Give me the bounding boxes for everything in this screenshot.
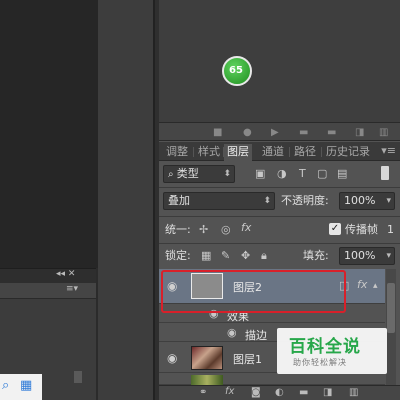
type-filter-icon[interactable]: T (299, 167, 306, 181)
stop-icon[interactable]: ■ (213, 127, 222, 138)
left-panel-header: ◂◂ ✕ (0, 269, 96, 283)
tab-paths[interactable]: 路径 (291, 144, 319, 161)
layer-name[interactable]: 图层1 (233, 351, 262, 367)
chevron-down-icon: ▾ (386, 196, 391, 206)
panel-menu-icon[interactable]: ▾≡ (381, 144, 396, 157)
search-icon[interactable]: ⌕ (2, 378, 9, 393)
tab-separator (321, 147, 322, 157)
corner-icons: ⌕ ▦ (0, 374, 42, 400)
unify-row: 统一: ✢ ◎ fx ✓ 传播帧 1 (159, 219, 400, 241)
record-icon[interactable]: ● (243, 127, 252, 138)
fill-value: 100% (344, 249, 376, 262)
blend-mode-value: 叠加 (168, 194, 190, 207)
new-set-icon[interactable]: ▬ (327, 127, 336, 138)
layer-row-partial[interactable] (159, 373, 385, 385)
new-group-icon[interactable]: ▬ (299, 387, 308, 398)
opacity-label: 不透明度: (281, 194, 329, 207)
tab-channels[interactable]: 通道 (259, 144, 287, 161)
shape-filter-icon[interactable]: ▢ (317, 167, 327, 181)
search-icon: ⌕ (168, 169, 177, 180)
layer-fx-icon[interactable]: fx (357, 278, 367, 292)
status-badge: 65 (222, 56, 252, 86)
propagate-checkbox[interactable]: ✓ (329, 223, 341, 235)
lock-move-icon[interactable]: ✥ (241, 249, 250, 263)
selection-highlight (161, 270, 346, 313)
divider (159, 187, 400, 188)
divider (159, 243, 400, 244)
trash-icon[interactable]: ▥ (349, 387, 358, 398)
divider (159, 216, 400, 217)
propagate-value: 1 (387, 223, 394, 236)
lock-brush-icon[interactable]: ✎ (221, 249, 230, 263)
propagate-label: 传播帧 (345, 223, 378, 236)
scrollbar-thumb[interactable] (387, 283, 395, 333)
unify-visibility-icon[interactable]: ◎ (221, 223, 231, 237)
tab-separator (193, 147, 194, 157)
eye-icon[interactable]: ◉ (167, 351, 177, 365)
panel-tabs: 调整 样式 图层 通道 路径 历史记录 ▾≡ (159, 142, 400, 161)
tab-separator (289, 147, 290, 157)
blend-row: 叠加 ⬍ 不透明度: 100% ▾ (159, 190, 400, 214)
tab-styles[interactable]: 样式 (195, 144, 223, 161)
tab-history[interactable]: 历史记录 (323, 144, 373, 161)
image-filter-icon[interactable]: ▣ (255, 167, 265, 181)
layer-thumbnail (191, 375, 223, 385)
expand-arrow-icon[interactable]: ▴ (373, 279, 378, 293)
watermark-subtitle: 助你轻松解决 (293, 358, 347, 367)
trash-icon[interactable]: ▥ (379, 127, 388, 138)
lock-label: 锁定: (165, 249, 191, 262)
add-mask-icon[interactable]: ◙ (251, 387, 261, 398)
watermark: 百科全说 助你轻松解决 (277, 328, 387, 374)
unify-style-icon[interactable]: fx (241, 221, 251, 235)
smart-object-filter-icon[interactable]: ▤ (337, 167, 347, 181)
grid-icon[interactable]: ▦ (20, 378, 32, 393)
play-icon[interactable]: ▶ (271, 127, 279, 138)
new-layer-icon[interactable]: ◨ (323, 387, 332, 398)
adjustment-layer-icon[interactable]: ◐ (275, 387, 284, 398)
watermark-title: 百科全说 (289, 337, 361, 357)
fill-field[interactable]: 100% ▾ (339, 247, 395, 265)
blend-mode-select[interactable]: 叠加 ⬍ (163, 192, 275, 210)
stroke-label: 描边 (245, 329, 267, 342)
add-style-icon[interactable]: fx (225, 386, 234, 397)
opacity-value: 100% (344, 194, 376, 207)
upper-panel (159, 0, 400, 122)
upper-panel-toolbar: ■ ● ▶ ▬ ▬ ◨ ▥ (159, 122, 400, 141)
filter-toggle[interactable] (381, 166, 389, 180)
layers-bottom-toolbar: ⚭ fx ◙ ◐ ▬ ◨ ▥ (159, 385, 400, 400)
fill-label: 填充: (303, 249, 329, 262)
adjustment-filter-icon[interactable]: ◑ (277, 167, 287, 181)
unify-position-icon[interactable]: ✢ (199, 223, 208, 237)
opacity-field[interactable]: 100% ▾ (339, 192, 395, 210)
folder-icon[interactable]: ▬ (299, 127, 308, 138)
lock-all-icon[interactable]: 🔒︎ (261, 249, 267, 263)
filter-row: ⌕ 类型 ⬍ ▣ ◑ T ▢ ▤ (159, 162, 400, 186)
chevron-down-icon: ▾ (386, 251, 391, 261)
panel-collapse-controls[interactable]: ◂◂ ✕ (56, 269, 75, 279)
panel-menu-icon[interactable]: ≡▾ (66, 284, 78, 294)
layers-scrollbar[interactable] (386, 269, 396, 385)
link-layers-icon[interactable]: ⚭ (199, 387, 207, 398)
tab-layers[interactable]: 图层 (224, 144, 252, 161)
layer-thumbnail (191, 346, 223, 370)
tab-adjustments[interactable]: 调整 (163, 144, 191, 161)
left-panel-toolbar: ≡▾ (0, 283, 96, 299)
lock-transparency-icon[interactable]: ▦ (201, 249, 211, 263)
left-panel-scroll-handle[interactable] (74, 371, 82, 383)
filter-kind-label: 类型 (176, 167, 199, 180)
select-arrows-icon: ⬍ (223, 169, 231, 179)
eye-icon[interactable]: ◉ (227, 326, 237, 340)
document-canvas[interactable] (0, 0, 98, 268)
select-arrows-icon: ⬍ (263, 196, 271, 206)
new-item-icon[interactable]: ◨ (355, 127, 364, 138)
lock-row: 锁定: ▦ ✎ ✥ 🔒︎ 填充: 100% ▾ (159, 246, 400, 268)
filter-kind-select[interactable]: ⌕ 类型 ⬍ (163, 165, 235, 183)
pasteboard-strip (98, 0, 154, 400)
unify-label: 统一: (165, 223, 191, 236)
